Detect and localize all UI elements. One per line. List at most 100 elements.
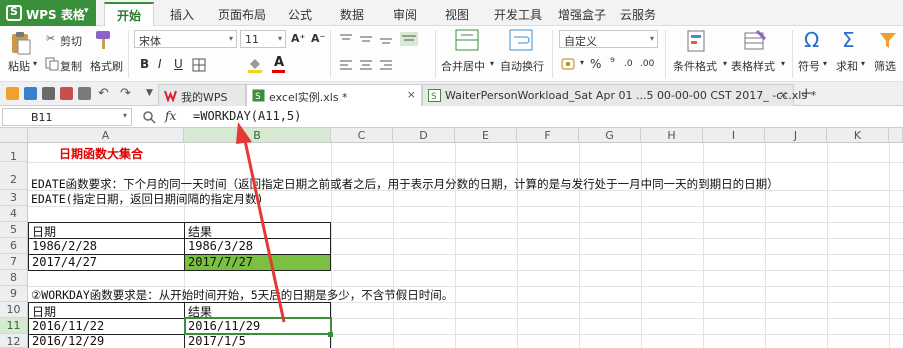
font-name-select[interactable]: 宋体 ▾ <box>134 30 237 48</box>
row-header-5[interactable]: 5 <box>0 222 28 238</box>
column-header-d[interactable]: D <box>393 128 455 143</box>
formula-input[interactable]: =WORKDAY(A11,5) <box>193 109 301 123</box>
search-icon[interactable] <box>142 110 156 124</box>
column-header-i[interactable]: I <box>703 128 765 143</box>
merge-center-button[interactable]: 合并居中 <box>441 58 485 74</box>
cell-b10[interactable]: 结果 <box>185 303 212 320</box>
currency-dropdown-icon[interactable]: ▾ <box>580 58 584 67</box>
sum-button[interactable]: 求和 <box>836 58 858 74</box>
menu-tab-view[interactable]: 视图 <box>445 6 469 23</box>
cell-a3[interactable]: EDATE(指定日期，返回日期间隔的指定月数) <box>28 191 263 207</box>
font-shrink-button[interactable]: A⁻ <box>311 32 325 45</box>
copy-button[interactable]: 复制 <box>60 58 82 74</box>
cut-icon[interactable]: ✂ <box>46 32 55 45</box>
paste-dropdown-icon[interactable]: ▾ <box>33 59 37 68</box>
app-menu-button[interactable]: WPS 表格 ▾ <box>0 0 96 26</box>
spellcheck-icon[interactable] <box>78 87 91 100</box>
bold-button[interactable]: B <box>140 57 149 71</box>
fill-color-icon[interactable] <box>246 56 264 74</box>
menu-tab-formulas[interactable]: 公式 <box>288 6 312 23</box>
new-tab-button[interactable]: + <box>800 84 813 102</box>
row-header-3[interactable]: 3 <box>0 190 28 206</box>
table-style-dropdown-icon[interactable]: ▾ <box>781 59 785 68</box>
column-header-h[interactable]: H <box>641 128 703 143</box>
filter-button[interactable]: 筛选 <box>874 58 896 74</box>
menu-tab-enhance-box[interactable]: 增强盒子 <box>558 6 606 23</box>
column-header-e[interactable]: E <box>455 128 517 143</box>
fill-handle[interactable] <box>328 332 333 337</box>
cond-format-button[interactable]: 条件格式 <box>673 58 717 74</box>
row-header-9[interactable]: 9 <box>0 286 28 302</box>
copy-icon[interactable] <box>45 57 59 71</box>
cell-a2[interactable]: EDATE函数要求：下个月的同一天时间（返回指定日期之前或者之后，用于表示月分数… <box>28 176 779 192</box>
column-header-g[interactable]: G <box>579 128 641 143</box>
underline-button[interactable]: U <box>174 57 183 71</box>
select-all-corner[interactable] <box>0 128 28 143</box>
cut-button[interactable]: 剪切 <box>60 33 82 49</box>
menu-tab-page-layout[interactable]: 页面布局 <box>218 6 266 23</box>
row-header-8[interactable]: 8 <box>0 270 28 286</box>
menu-tab-cloud[interactable]: 云服务 <box>620 6 656 23</box>
column-header-j[interactable]: J <box>765 128 827 143</box>
name-box[interactable]: B11 ▾ <box>2 108 132 126</box>
cell-a6[interactable]: 1986/2/28 <box>29 239 97 253</box>
paste-button[interactable]: 粘贴 <box>8 58 30 74</box>
cell-b11[interactable]: 2016/11/29 <box>185 319 260 333</box>
format-painter-button[interactable]: 格式刷 <box>90 58 123 74</box>
menu-tab-developer[interactable]: 开发工具 <box>494 6 542 23</box>
tab-my-wps[interactable]: 我的WPS <box>158 84 246 106</box>
menu-tab-insert[interactable]: 插入 <box>170 6 194 23</box>
cond-format-dropdown-icon[interactable]: ▾ <box>723 59 727 68</box>
row-header-12[interactable]: 12 <box>0 334 28 348</box>
row-header-4[interactable]: 4 <box>0 206 28 222</box>
increase-decimal-icon[interactable]: .0 <box>624 59 633 69</box>
row-header-1[interactable]: 1 <box>0 143 28 163</box>
column-header-b[interactable]: B <box>184 128 331 143</box>
menu-tab-review[interactable]: 审阅 <box>393 6 417 23</box>
font-grow-button[interactable]: A⁺ <box>291 32 305 45</box>
save-icon[interactable] <box>24 87 37 100</box>
column-header-k[interactable]: K <box>827 128 889 143</box>
cell-a10[interactable]: 日期 <box>29 303 56 320</box>
number-format-select[interactable]: 自定义 ▾ <box>559 30 658 48</box>
row-header-6[interactable]: 6 <box>0 238 28 254</box>
quick-access-more-icon[interactable]: ▼ <box>146 88 153 98</box>
tab-excel-example[interactable]: S excel实例.xls * × <box>246 84 422 106</box>
cell-a9[interactable]: ②WORKDAY函数要求是：从开始时间开始，5天后的日期是多少，不含节假日时间。 <box>28 287 453 303</box>
sum-icon[interactable]: Σ <box>842 28 855 52</box>
comma-style-button[interactable]: ⁹ <box>610 55 615 69</box>
font-size-select[interactable]: 11 ▾ <box>240 30 286 48</box>
undo-icon[interactable]: ↶ <box>98 86 109 101</box>
column-header-f[interactable]: F <box>517 128 579 143</box>
italic-button[interactable]: I <box>158 57 162 71</box>
column-header-c[interactable]: C <box>331 128 393 143</box>
row-header-10[interactable]: 10 <box>0 302 28 318</box>
decrease-decimal-icon[interactable]: .00 <box>640 59 654 69</box>
horizontal-align-icon[interactable] <box>338 58 428 72</box>
paste-icon[interactable] <box>10 31 32 55</box>
border-icon[interactable] <box>192 58 208 72</box>
menu-tab-home[interactable]: 开始 <box>104 2 154 26</box>
cond-format-icon[interactable] <box>686 29 708 53</box>
cell-a12[interactable]: 2016/12/29 <box>29 334 104 348</box>
sum-dropdown-icon[interactable]: ▾ <box>861 59 865 68</box>
table-style-button[interactable]: 表格样式 <box>731 58 775 74</box>
cell-a11[interactable]: 2016/11/22 <box>29 319 104 333</box>
cell-a1[interactable]: 日期函数大集合 <box>56 145 143 162</box>
open-icon[interactable] <box>6 87 19 100</box>
font-color-button[interactable]: A <box>274 55 284 70</box>
cell-b12[interactable]: 2017/1/5 <box>185 334 246 348</box>
symbol-icon[interactable]: Ω <box>804 28 819 52</box>
function-insert-button[interactable]: fx <box>165 109 176 123</box>
currency-icon[interactable] <box>561 57 575 71</box>
close-icon[interactable]: × <box>779 88 788 101</box>
row-header-7[interactable]: 7 <box>0 254 28 270</box>
format-painter-icon[interactable] <box>93 29 113 51</box>
tab-waiter-workload[interactable]: S WaiterPersonWorkload_Sat Apr 01 ...5 0… <box>422 84 816 106</box>
percent-button[interactable]: % <box>590 57 601 71</box>
row-header-11[interactable]: 11 <box>0 318 28 334</box>
merge-dropdown-icon[interactable]: ▾ <box>490 59 494 68</box>
print-preview-icon[interactable] <box>60 87 73 100</box>
redo-icon[interactable]: ↷ <box>120 86 131 101</box>
menu-tab-data[interactable]: 数据 <box>340 6 364 23</box>
